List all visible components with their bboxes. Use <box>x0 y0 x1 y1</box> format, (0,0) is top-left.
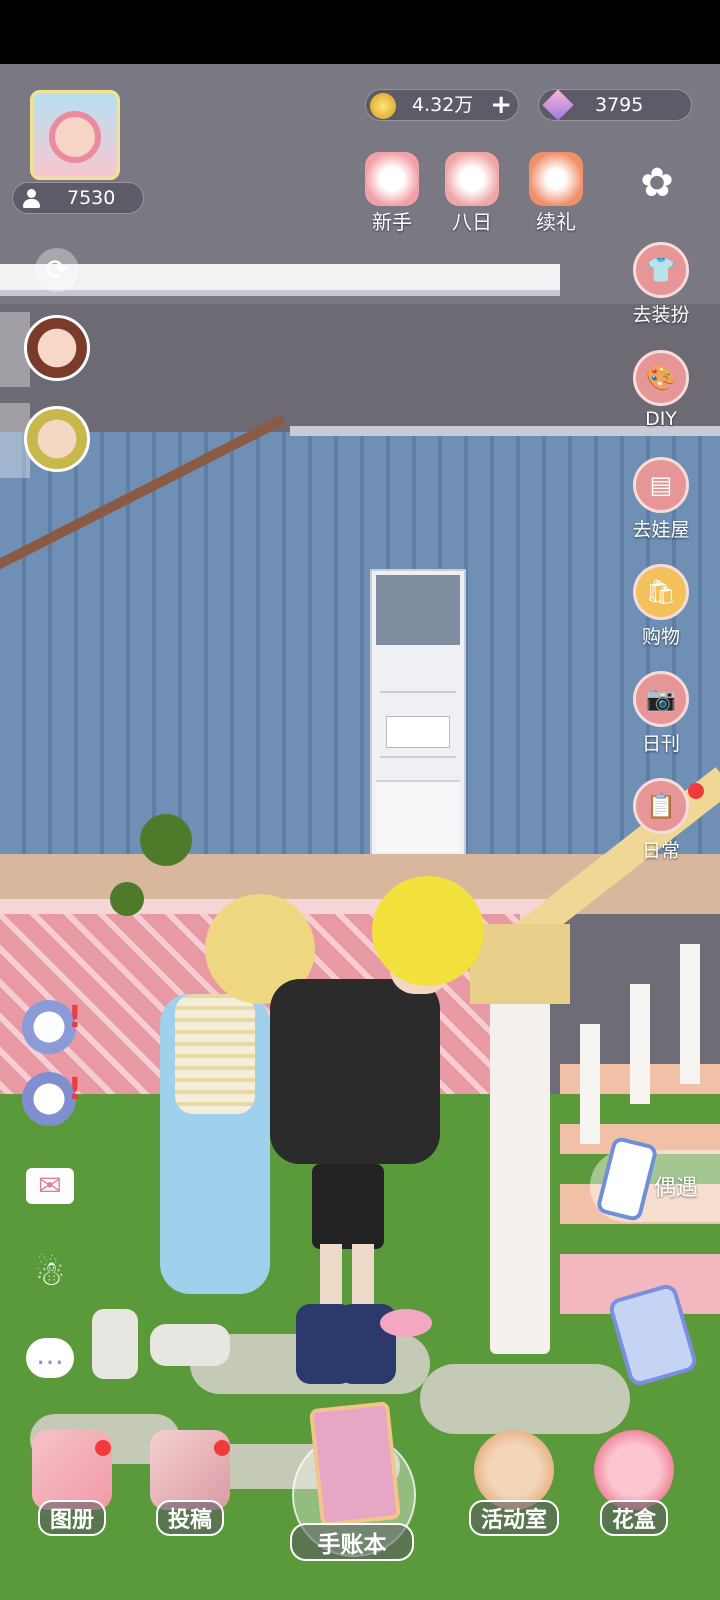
daily-magazine-label: 日刊 <box>641 733 680 755</box>
boy-character-jacket[interactable] <box>270 979 440 1164</box>
shopping-bag-icon: 🛍 <box>633 564 689 620</box>
doll-house-button[interactable]: ▤ 去娃屋 <box>620 457 702 542</box>
journal-label: 手账本 <box>290 1523 414 1561</box>
event-renewal-gift[interactable]: 续礼 <box>526 152 586 235</box>
shop-button[interactable]: 🛍 购物 <box>620 564 702 649</box>
flower-box-icon <box>594 1430 674 1510</box>
journal-book-icon <box>309 1401 401 1527</box>
shirt-icon: 👕 <box>633 242 689 298</box>
status-bar <box>0 0 720 64</box>
event-eight-day[interactable]: 八日 <box>442 152 502 235</box>
pet-bowl <box>380 1309 432 1337</box>
store-alert-icon: ! <box>68 1000 82 1035</box>
submit-badge <box>214 1440 230 1456</box>
coin-amount: 4.32万 <box>412 94 474 116</box>
chat-icon[interactable]: … <box>26 1338 74 1378</box>
boy-character-shorts <box>312 1164 384 1249</box>
dress-up-label: 去装扮 <box>632 304 690 326</box>
clover-decoration <box>140 814 192 866</box>
cabinet-upper-door <box>376 575 460 645</box>
boy-character-hair[interactable] <box>372 876 484 986</box>
event-eight-day-label: 八日 <box>452 210 492 234</box>
girl-character-shoe <box>150 1324 230 1366</box>
newel-cap <box>470 924 570 1004</box>
event-renewal-gift-label: 续礼 <box>536 210 576 234</box>
avatar-face <box>49 111 101 163</box>
room-scene[interactable] <box>0 64 720 1600</box>
event-newbie-label: 新手 <box>372 210 412 234</box>
mail-icon[interactable]: ✉ <box>26 1168 74 1204</box>
add-coins-icon[interactable]: + <box>490 90 512 120</box>
camera-icon: 📷 <box>633 671 689 727</box>
tv-gift-icon <box>529 152 583 206</box>
clover-decoration <box>110 882 144 916</box>
journal-button[interactable]: 手账本 <box>290 1401 416 1565</box>
event-newbie[interactable]: 新手 <box>362 152 422 235</box>
album-label: 图册 <box>37 1500 106 1536</box>
baluster <box>630 984 650 1104</box>
stepping-stone <box>420 1364 630 1434</box>
gem-icon <box>542 89 574 121</box>
daily-tasks-label: 日常 <box>641 840 680 862</box>
daily-magazine-button[interactable]: 📷 日刊 <box>620 671 702 756</box>
gem-amount: 3795 <box>595 94 644 116</box>
teddy-bear-icon <box>474 1430 554 1510</box>
coin-pill[interactable]: 4.32万 + <box>365 89 519 121</box>
followers-count: 7530 <box>67 187 116 209</box>
player-avatar[interactable] <box>30 90 120 180</box>
activity-room-label: 活动室 <box>468 1500 559 1536</box>
friends-icon[interactable]: ☃ <box>22 1252 78 1296</box>
submit-label: 投稿 <box>155 1500 224 1536</box>
shop-label: 购物 <box>641 626 680 648</box>
doll-house-label: 去娃屋 <box>632 519 690 541</box>
girl-character-shoe <box>92 1309 138 1379</box>
encounter-label: 偶遇 <box>654 1176 699 1201</box>
upper-ledge <box>0 264 560 290</box>
character-avatar-boy[interactable] <box>24 406 90 472</box>
encounter-button[interactable]: 偶遇 <box>590 1135 720 1223</box>
microwave <box>386 716 450 748</box>
character-avatar-girl[interactable] <box>24 315 90 381</box>
flower-box-button[interactable]: 花盒 <box>584 1430 684 1536</box>
flower-menu-icon[interactable]: ✿ <box>634 160 680 206</box>
palette-icon: 🎨 <box>633 350 689 406</box>
girl-character-shirt[interactable] <box>175 994 255 1114</box>
baluster <box>580 1024 600 1144</box>
checklist-icon: 📋 <box>633 778 689 834</box>
followers-pill[interactable]: 7530 <box>12 182 144 214</box>
person-icon <box>23 189 40 208</box>
daily-tasks-badge <box>688 783 704 799</box>
kitchen-cabinet <box>370 569 466 858</box>
cabinet-lower-door <box>376 780 460 852</box>
coin-icon <box>370 93 396 119</box>
bunny-gift-icon <box>365 152 419 206</box>
activity-room-button[interactable]: 活动室 <box>464 1430 564 1536</box>
gem-pill[interactable]: 3795 <box>538 89 692 121</box>
baluster <box>680 944 700 1084</box>
cabinet-shelf <box>380 691 456 693</box>
cabinet-shelf <box>380 756 456 758</box>
album-badge <box>95 1440 111 1456</box>
calendar-8-icon <box>445 152 499 206</box>
dress-up-button[interactable]: 👕 去装扮 <box>620 242 702 327</box>
fridge-alert-icon: ! <box>68 1072 82 1107</box>
diy-label: DIY <box>645 408 677 430</box>
newel-post <box>490 954 550 1354</box>
flower-box-label: 花盒 <box>599 1500 668 1536</box>
cabinet-icon: ▤ <box>633 457 689 513</box>
refresh-icon[interactable]: ⟳ <box>35 248 79 292</box>
diy-button[interactable]: 🎨 DIY <box>620 350 702 430</box>
